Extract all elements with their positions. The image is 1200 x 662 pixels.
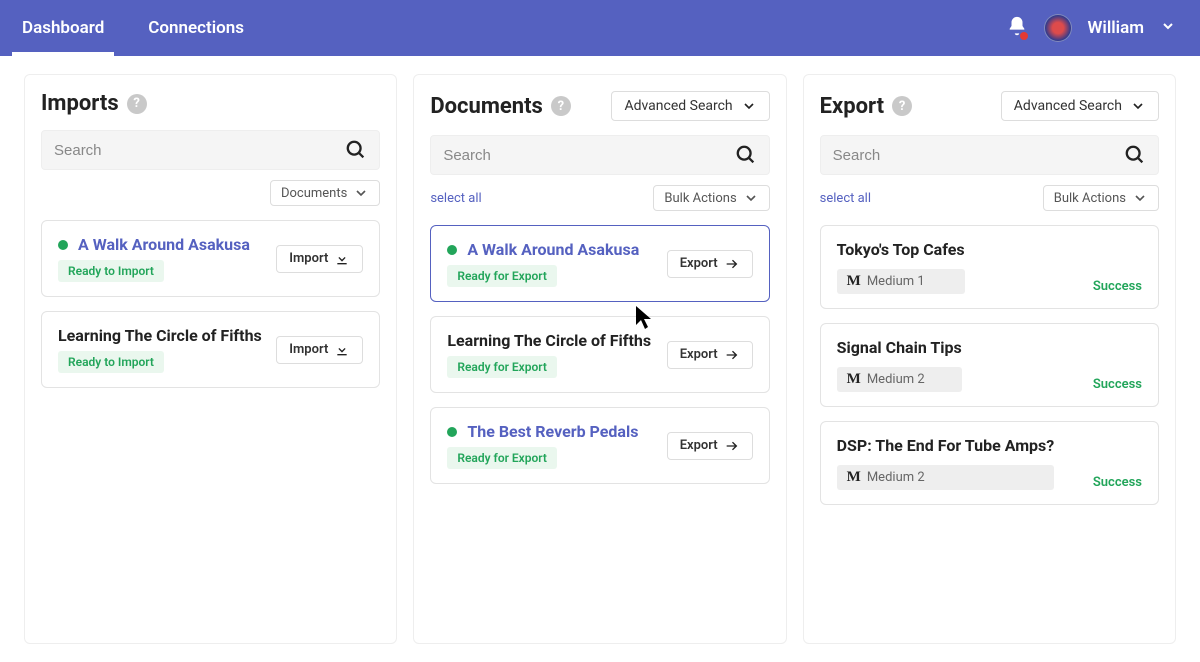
search-icon (345, 139, 367, 161)
card-title[interactable]: Tokyo's Top Cafes (837, 240, 965, 259)
import-card[interactable]: Learning The Circle of Fifths Ready to I… (41, 311, 380, 388)
chevron-down-icon (1132, 190, 1148, 206)
documents-search[interactable] (430, 135, 769, 175)
medium-icon: M (847, 469, 861, 486)
chevron-down-icon (1160, 18, 1176, 34)
card-title[interactable]: A Walk Around Asakusa (467, 240, 639, 259)
search-icon (1124, 144, 1146, 166)
imports-actions: Documents (41, 180, 380, 206)
export-button[interactable]: Export (667, 432, 753, 460)
tab-dashboard[interactable]: Dashboard (0, 0, 126, 56)
import-button[interactable]: Import (276, 245, 363, 273)
status-pill: Ready for Export (447, 447, 557, 469)
document-card[interactable]: Learning The Circle of Fifths Ready for … (430, 316, 769, 393)
document-card[interactable]: The Best Reverb Pedals Ready for Export … (430, 407, 769, 484)
select-all-link[interactable]: select all (430, 191, 481, 206)
chevron-down-icon (353, 185, 369, 201)
search-input[interactable] (833, 147, 1124, 164)
documents-header: Documents ? Advanced Search (430, 91, 769, 121)
documents-title: Documents (430, 94, 543, 119)
imports-search[interactable] (41, 130, 380, 170)
search-icon (735, 144, 757, 166)
avatar[interactable] (1044, 14, 1072, 42)
result-label: Success (1093, 475, 1142, 490)
status-pill: Ready to Import (58, 260, 164, 282)
medium-icon: M (847, 273, 861, 290)
export-header: Export ? Advanced Search (820, 91, 1159, 121)
documents-column: Documents ? Advanced Search select all B… (413, 74, 786, 644)
user-menu-toggle[interactable] (1160, 18, 1176, 38)
bulk-actions-dropdown[interactable]: Bulk Actions (1043, 185, 1159, 211)
chevron-down-icon (741, 98, 757, 114)
export-title: Export (820, 94, 884, 119)
search-input[interactable] (443, 147, 734, 164)
arrow-right-icon (724, 438, 740, 454)
username-label: William (1088, 18, 1145, 38)
import-button[interactable]: Import (276, 336, 363, 364)
chevron-down-icon (1130, 98, 1146, 114)
help-icon[interactable]: ? (127, 94, 147, 114)
advanced-search-button[interactable]: Advanced Search (611, 91, 769, 121)
download-icon (334, 251, 350, 267)
header-right: William (1006, 14, 1177, 42)
card-title[interactable]: A Walk Around Asakusa (78, 235, 250, 254)
notification-dot-icon (1020, 32, 1028, 40)
export-column: Export ? Advanced Search select all Bulk… (803, 74, 1176, 644)
result-label: Success (1093, 279, 1142, 294)
documents-actions: select all Bulk Actions (430, 185, 769, 211)
destination-chip: M Medium 1 (837, 269, 965, 294)
bulk-actions-dropdown[interactable]: Bulk Actions (653, 185, 769, 211)
document-card[interactable]: A Walk Around Asakusa Ready for Export E… (430, 225, 769, 302)
imports-header: Imports ? (41, 91, 380, 116)
card-title[interactable]: DSP: The End For Tube Amps? (837, 436, 1055, 455)
card-title[interactable]: Learning The Circle of Fifths (58, 326, 262, 345)
card-title[interactable]: Signal Chain Tips (837, 338, 962, 357)
status-pill: Ready for Export (447, 356, 557, 378)
notifications-button[interactable] (1006, 15, 1028, 41)
tab-connections[interactable]: Connections (126, 0, 266, 56)
export-button[interactable]: Export (667, 341, 753, 369)
search-input[interactable] (54, 142, 345, 159)
advanced-search-button[interactable]: Advanced Search (1001, 91, 1159, 121)
status-dot-icon (447, 245, 457, 255)
status-pill: Ready for Export (447, 265, 557, 287)
destination-chip: M Medium 2 (837, 465, 1055, 490)
select-all-link[interactable]: select all (820, 191, 871, 206)
status-dot-icon (58, 240, 68, 250)
medium-icon: M (847, 371, 861, 388)
arrow-right-icon (724, 347, 740, 363)
help-icon[interactable]: ? (892, 96, 912, 116)
chevron-down-icon (743, 190, 759, 206)
help-icon[interactable]: ? (551, 96, 571, 116)
export-card[interactable]: DSP: The End For Tube Amps? M Medium 2 S… (820, 421, 1159, 505)
imports-filter-label: Documents (281, 186, 347, 201)
export-actions: select all Bulk Actions (820, 185, 1159, 211)
imports-filter-dropdown[interactable]: Documents (270, 180, 380, 206)
imports-column: Imports ? Documents A Walk Around Asakus… (24, 74, 397, 644)
export-search[interactable] (820, 135, 1159, 175)
card-title[interactable]: Learning The Circle of Fifths (447, 331, 651, 350)
export-button[interactable]: Export (667, 250, 753, 278)
status-pill: Ready to Import (58, 351, 164, 373)
imports-title: Imports (41, 91, 119, 116)
app-header: Dashboard Connections William (0, 0, 1200, 56)
export-card[interactable]: Signal Chain Tips M Medium 2 Success (820, 323, 1159, 407)
nav-tabs: Dashboard Connections (0, 0, 266, 56)
download-icon (334, 342, 350, 358)
arrow-right-icon (724, 256, 740, 272)
result-label: Success (1093, 377, 1142, 392)
destination-chip: M Medium 2 (837, 367, 962, 392)
export-card[interactable]: Tokyo's Top Cafes M Medium 1 Success (820, 225, 1159, 309)
import-card[interactable]: A Walk Around Asakusa Ready to Import Im… (41, 220, 380, 297)
columns: Imports ? Documents A Walk Around Asakus… (0, 56, 1200, 662)
status-dot-icon (447, 427, 457, 437)
card-title[interactable]: The Best Reverb Pedals (467, 422, 638, 441)
